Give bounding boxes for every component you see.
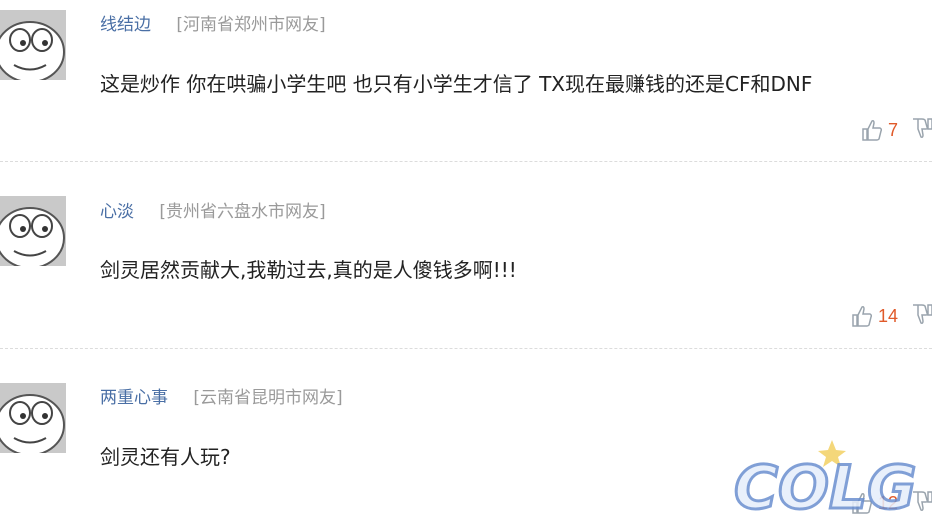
like-count: 7 (887, 119, 898, 140)
like-count: 14 (877, 305, 898, 326)
comment-actions: 7 (862, 116, 932, 144)
username-link[interactable]: 两重心事 (100, 388, 168, 408)
comment-item: 心淡 [贵州省六盘水市网友] 剑灵居然贡献大,我勒过去,真的是人傻钱多啊!!! … (0, 162, 932, 349)
comment-text: 剑灵还有人玩? (100, 445, 231, 469)
colg-watermark-logo: COLG (728, 436, 918, 525)
location-label: [河南省郑州市网友] (176, 15, 326, 35)
comment-item: 线结边 [河南省郑州市网友] 这是炒作 你在哄骗小学生吧 也只有小学生才信了 T… (0, 0, 932, 162)
dislike-button[interactable] (912, 303, 932, 329)
thumbs-down-icon (913, 118, 932, 138)
like-button[interactable]: 7 (862, 119, 898, 141)
like-button[interactable]: 14 (852, 305, 898, 327)
thumbs-down-icon (913, 304, 932, 324)
username-link[interactable]: 线结边 (100, 15, 151, 35)
comment-meta: 心淡 [贵州省六盘水市网友] (100, 197, 326, 222)
username-link[interactable]: 心淡 (100, 202, 134, 222)
default-avatar-face-icon[interactable] (0, 383, 66, 453)
dislike-button[interactable] (912, 117, 932, 143)
default-avatar-face-icon[interactable] (0, 196, 66, 266)
comment-meta: 线结边 [河南省郑州市网友] (100, 10, 326, 35)
comment-text: 剑灵居然贡献大,我勒过去,真的是人傻钱多啊!!! (100, 258, 517, 282)
comment-text: 这是炒作 你在哄骗小学生吧 也只有小学生才信了 TX现在最赚钱的还是CF和DNF (100, 72, 813, 96)
watermark-text: COLG (734, 453, 917, 522)
default-avatar-face-icon[interactable] (0, 10, 66, 80)
comment-meta: 两重心事 [云南省昆明市网友] (100, 383, 343, 408)
location-label: [云南省昆明市网友] (193, 388, 343, 408)
comment-feed: 线结边 [河南省郑州市网友] 这是炒作 你在哄骗小学生吧 也只有小学生才信了 T… (0, 0, 932, 526)
location-label: [贵州省六盘水市网友] (159, 202, 326, 222)
comment-actions: 14 (852, 302, 932, 330)
thumbs-up-icon (862, 120, 882, 141)
thumbs-up-icon (852, 306, 872, 327)
